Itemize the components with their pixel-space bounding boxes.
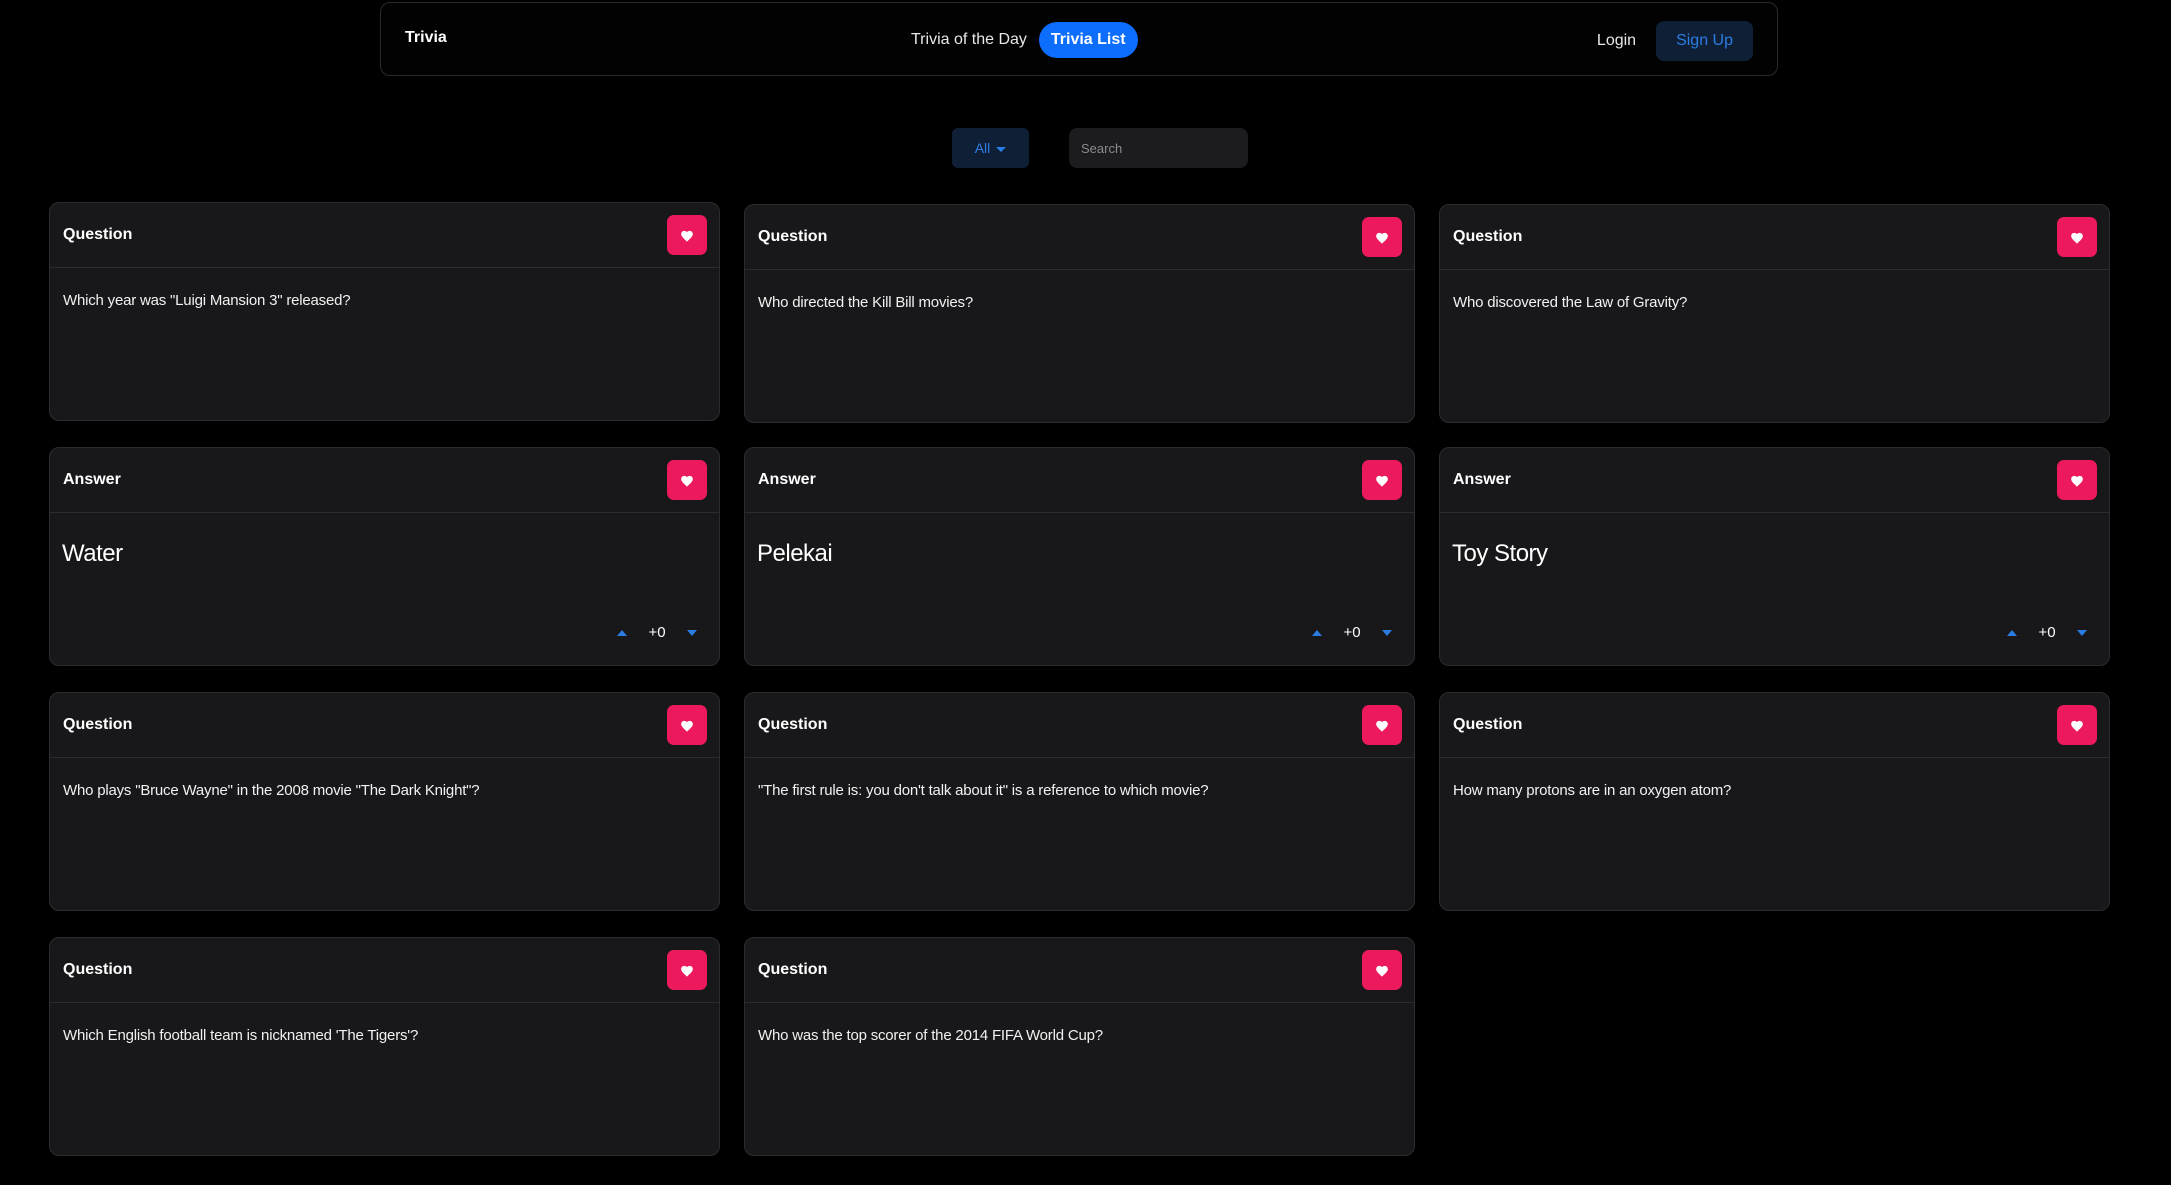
favorite-button[interactable] <box>1362 460 1402 500</box>
card-title: Question <box>1453 228 1523 245</box>
login-button[interactable]: Login <box>1591 32 1642 50</box>
vote-controls: +0 <box>1312 624 1392 641</box>
heart-icon <box>1375 964 1389 977</box>
card-header: Answer <box>50 448 719 513</box>
answer-card[interactable]: Answer Toy Story +0 <box>1439 447 2110 666</box>
favorite-button[interactable] <box>667 705 707 745</box>
heart-icon <box>680 964 694 977</box>
question-card[interactable]: Question Who was the top scorer of the 20… <box>744 937 1415 1156</box>
card-header: Question <box>1440 205 2109 270</box>
favorite-button[interactable] <box>667 215 707 255</box>
heart-icon <box>1375 231 1389 244</box>
heart-icon <box>2070 231 2084 244</box>
category-filter-dropdown[interactable]: All <box>952 128 1029 168</box>
question-card[interactable]: Question Which English football team is n… <box>49 937 720 1156</box>
heart-icon <box>680 474 694 487</box>
question-text: How many protons are in an oxygen atom? <box>1453 782 1732 799</box>
favorite-button[interactable] <box>2057 217 2097 257</box>
question-text: Which year was "Luigi Mansion 3" release… <box>63 292 351 309</box>
nav-trivia-of-the-day[interactable]: Trivia of the Day <box>911 31 1027 49</box>
heart-icon <box>2070 474 2084 487</box>
filter-bar: All <box>0 128 2171 168</box>
heart-icon <box>1375 719 1389 732</box>
downvote-arrow-icon[interactable] <box>687 629 697 636</box>
answer-text: Pelekai <box>757 540 833 567</box>
card-title: Answer <box>1453 471 1511 488</box>
favorite-button[interactable] <box>667 950 707 990</box>
heart-icon <box>680 719 694 732</box>
card-title: Question <box>758 961 828 978</box>
answer-text: Water <box>62 540 123 567</box>
card-title: Question <box>758 228 828 245</box>
downvote-arrow-icon[interactable] <box>2077 629 2087 636</box>
favorite-button[interactable] <box>1362 950 1402 990</box>
upvote-arrow-icon[interactable] <box>1312 629 1322 636</box>
question-text: Who discovered the Law of Gravity? <box>1453 294 1688 311</box>
category-filter-label: All <box>974 140 991 156</box>
favorite-button[interactable] <box>2057 460 2097 500</box>
card-title: Question <box>1453 716 1523 733</box>
auth-actions: Login Sign Up <box>1591 21 1753 61</box>
search-input[interactable] <box>1069 128 1248 168</box>
vote-controls: +0 <box>2007 624 2087 641</box>
card-header: Question <box>50 203 719 268</box>
brand-logo[interactable]: Trivia <box>405 29 447 47</box>
card-header: Question <box>1440 693 2109 758</box>
question-text: "The first rule is: you don't talk about… <box>758 782 1209 799</box>
card-header: Question <box>745 938 1414 1003</box>
question-card[interactable]: Question How many protons are in an oxyge… <box>1439 692 2110 911</box>
question-text: Who directed the Kill Bill movies? <box>758 294 973 311</box>
answer-card[interactable]: Answer Water +0 <box>49 447 720 666</box>
upvote-arrow-icon[interactable] <box>2007 629 2017 636</box>
nav-trivia-list[interactable]: Trivia List <box>1038 22 1138 58</box>
question-card[interactable]: Question Who directed the Kill Bill movie… <box>744 204 1415 423</box>
question-text: Who plays "Bruce Wayne" in the 2008 movi… <box>63 782 480 799</box>
card-header: Question <box>745 205 1414 270</box>
vote-controls: +0 <box>617 624 697 641</box>
card-title: Question <box>63 961 133 978</box>
card-title: Question <box>758 716 828 733</box>
favorite-button[interactable] <box>1362 705 1402 745</box>
card-title: Question <box>63 716 133 733</box>
vote-count: +0 <box>1343 624 1361 641</box>
question-card[interactable]: Question Who discovered the Law of Gravit… <box>1439 204 2110 423</box>
question-text: Who was the top scorer of the 2014 FIFA … <box>758 1027 1103 1044</box>
vote-count: +0 <box>2038 624 2056 641</box>
card-title: Answer <box>758 471 816 488</box>
heart-icon <box>680 229 694 242</box>
favorite-button[interactable] <box>2057 705 2097 745</box>
question-card[interactable]: Question Which year was "Luigi Mansion 3"… <box>49 202 720 421</box>
card-header: Answer <box>1440 448 2109 513</box>
caret-down-icon <box>996 146 1007 152</box>
card-header: Question <box>50 938 719 1003</box>
card-header: Question <box>50 693 719 758</box>
answer-text: Toy Story <box>1452 540 1548 567</box>
question-card[interactable]: Question Who plays "Bruce Wayne" in the 2… <box>49 692 720 911</box>
question-text: Which English football team is nicknamed… <box>63 1027 419 1044</box>
card-header: Question <box>745 693 1414 758</box>
card-header: Answer <box>745 448 1414 513</box>
upvote-arrow-icon[interactable] <box>617 629 627 636</box>
answer-card[interactable]: Answer Pelekai +0 <box>744 447 1415 666</box>
nav-links: Trivia of the Day Trivia List <box>911 22 1138 58</box>
favorite-button[interactable] <box>667 460 707 500</box>
downvote-arrow-icon[interactable] <box>1382 629 1392 636</box>
question-card[interactable]: Question "The first rule is: you don't ta… <box>744 692 1415 911</box>
heart-icon <box>2070 719 2084 732</box>
signup-button[interactable]: Sign Up <box>1656 21 1753 61</box>
heart-icon <box>1375 474 1389 487</box>
card-title: Answer <box>63 471 121 488</box>
card-title: Question <box>63 226 133 243</box>
top-navbar: Trivia Trivia of the Day Trivia List Log… <box>380 2 1778 76</box>
vote-count: +0 <box>648 624 666 641</box>
favorite-button[interactable] <box>1362 217 1402 257</box>
